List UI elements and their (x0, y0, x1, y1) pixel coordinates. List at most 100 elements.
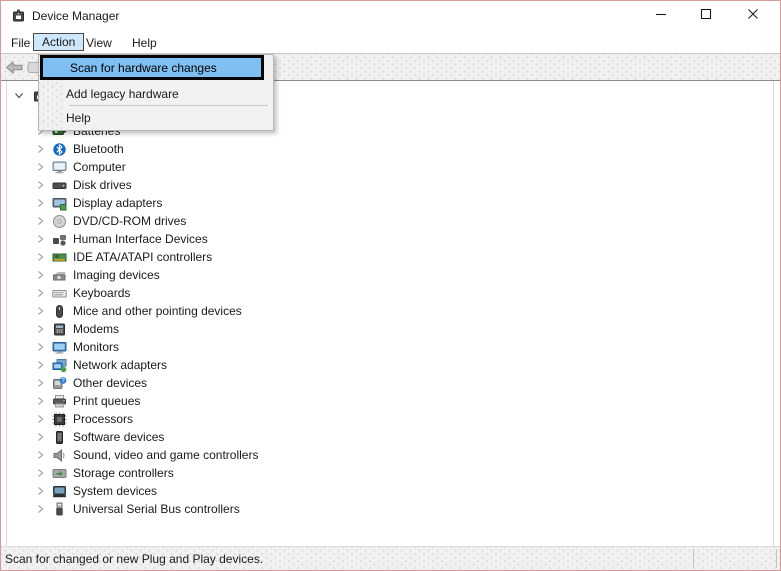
keyboard-icon (52, 286, 67, 301)
action-dropdown-menu: Scan for hardware changes Add legacy har… (38, 54, 274, 131)
ide-controller-icon (52, 250, 67, 265)
tree-row-sound-controllers[interactable]: Sound, video and game controllers (7, 446, 773, 464)
tree-item-label: Computer (73, 160, 126, 174)
tree-item-label: Bluetooth (73, 142, 124, 156)
tree-item-label: IDE ATA/ATAPI controllers (73, 250, 212, 264)
chevron-right-icon[interactable] (34, 377, 46, 389)
tree-item-label: Monitors (73, 340, 119, 354)
back-arrow-icon[interactable] (5, 60, 24, 78)
tree-row-modems[interactable]: Modems (7, 320, 773, 338)
tree-row-keyboards[interactable]: Keyboards (7, 284, 773, 302)
network-adapter-icon (52, 358, 67, 373)
minimize-icon (655, 8, 667, 23)
computer-icon (52, 160, 67, 175)
chevron-right-icon[interactable] (34, 215, 46, 227)
chevron-right-icon[interactable] (34, 251, 46, 263)
tree-row-other-devices[interactable]: ? Other devices (7, 374, 773, 392)
menu-item-help[interactable]: Help (40, 108, 270, 128)
tree-row-display-adapters[interactable]: Display adapters (7, 194, 773, 212)
imaging-device-icon (52, 268, 67, 283)
other-device-icon: ? (52, 376, 67, 391)
tree-item-label: Print queues (73, 394, 140, 408)
tree-row-dvd-drives[interactable]: DVD/CD-ROM drives (7, 212, 773, 230)
tree-item-label: Imaging devices (73, 268, 160, 282)
tree-item-label: Disk drives (73, 178, 132, 192)
tree-item-label: Keyboards (73, 286, 130, 300)
chevron-right-icon[interactable] (34, 269, 46, 281)
chevron-right-icon[interactable] (34, 413, 46, 425)
chevron-right-icon[interactable] (34, 503, 46, 515)
sound-icon (52, 448, 67, 463)
tree-item-label: DVD/CD-ROM drives (73, 214, 186, 228)
tree-row-ide-controllers[interactable]: IDE ATA/ATAPI controllers (7, 248, 773, 266)
tree-item-label: Display adapters (73, 196, 162, 210)
tree-row-disk-drives[interactable]: Disk drives (7, 176, 773, 194)
chevron-right-icon[interactable] (34, 305, 46, 317)
tree-row-hid[interactable]: Human Interface Devices (7, 230, 773, 248)
chevron-right-icon[interactable] (34, 233, 46, 245)
title-bar: Device Manager (1, 1, 780, 29)
menu-action[interactable]: Action (33, 33, 84, 51)
chevron-right-icon[interactable] (34, 467, 46, 479)
system-device-icon (52, 484, 67, 499)
chevron-right-icon[interactable] (34, 197, 46, 209)
status-bar: Scan for changed or new Plug and Play de… (1, 546, 780, 570)
close-button[interactable] (736, 1, 770, 29)
tree-row-print-queues[interactable]: Print queues (7, 392, 773, 410)
hid-icon (52, 232, 67, 247)
chevron-right-icon[interactable] (34, 395, 46, 407)
tree-row-mice[interactable]: Mice and other pointing devices (7, 302, 773, 320)
chevron-right-icon[interactable] (34, 287, 46, 299)
tree-row-storage-controllers[interactable]: Storage controllers (7, 464, 773, 482)
status-text: Scan for changed or new Plug and Play de… (5, 552, 263, 566)
tree-row-software-devices[interactable]: Software devices (7, 428, 773, 446)
menu-separator (69, 105, 268, 106)
disk-drive-icon (52, 178, 67, 193)
chevron-right-icon[interactable] (34, 179, 46, 191)
dvd-icon (52, 214, 67, 229)
tree-item-label: Software devices (73, 430, 164, 444)
maximize-button[interactable] (689, 1, 723, 29)
chevron-right-icon[interactable] (34, 341, 46, 353)
device-manager-window: { "window": { "title": "Device Manager",… (0, 0, 781, 571)
tree-row-monitors[interactable]: Monitors (7, 338, 773, 356)
tree-row-network-adapters[interactable]: Network adapters (7, 356, 773, 374)
minimize-button[interactable] (644, 1, 678, 29)
status-separator (693, 549, 694, 568)
tree-row-computer[interactable]: Computer (7, 158, 773, 176)
chevron-right-icon[interactable] (34, 359, 46, 371)
maximize-icon (700, 8, 712, 23)
chevron-right-icon[interactable] (34, 161, 46, 173)
chevron-down-icon[interactable] (13, 89, 25, 101)
mouse-icon (52, 304, 67, 319)
tree-item-label: Universal Serial Bus controllers (73, 502, 240, 516)
tree-row-system-devices[interactable]: System devices (7, 482, 773, 500)
tree-row-imaging-devices[interactable]: Imaging devices (7, 266, 773, 284)
tree-row-bluetooth[interactable]: Bluetooth (7, 140, 773, 158)
bluetooth-icon (52, 142, 67, 157)
status-separator (776, 549, 777, 568)
display-adapter-icon (52, 196, 67, 211)
chevron-right-icon[interactable] (34, 431, 46, 443)
tree-row-usb-controllers[interactable]: Universal Serial Bus controllers (7, 500, 773, 518)
tree-row-processors[interactable]: Processors (7, 410, 773, 428)
tree-item-label: Sound, video and game controllers (73, 448, 258, 462)
software-device-icon (52, 430, 67, 445)
chevron-right-icon[interactable] (34, 449, 46, 461)
menu-help[interactable]: Help (127, 34, 162, 51)
storage-controller-icon (52, 466, 67, 481)
chevron-right-icon[interactable] (34, 143, 46, 155)
menu-item-add-legacy-hardware[interactable]: Add legacy hardware (40, 84, 270, 104)
modem-icon (52, 322, 67, 337)
tree-item-label: Human Interface Devices (73, 232, 208, 246)
tree-item-label: Mice and other pointing devices (73, 304, 242, 318)
menu-view[interactable]: View (81, 34, 117, 51)
menu-file[interactable]: File (6, 34, 35, 51)
monitor-icon (52, 340, 67, 355)
chevron-right-icon[interactable] (34, 485, 46, 497)
menu-item-scan-for-hardware-changes[interactable]: Scan for hardware changes (40, 55, 264, 80)
tree-item-label: Processors (73, 412, 133, 426)
menu-bar: File Action View Help (1, 30, 780, 54)
tree-item-label: Network adapters (73, 358, 167, 372)
chevron-right-icon[interactable] (34, 323, 46, 335)
